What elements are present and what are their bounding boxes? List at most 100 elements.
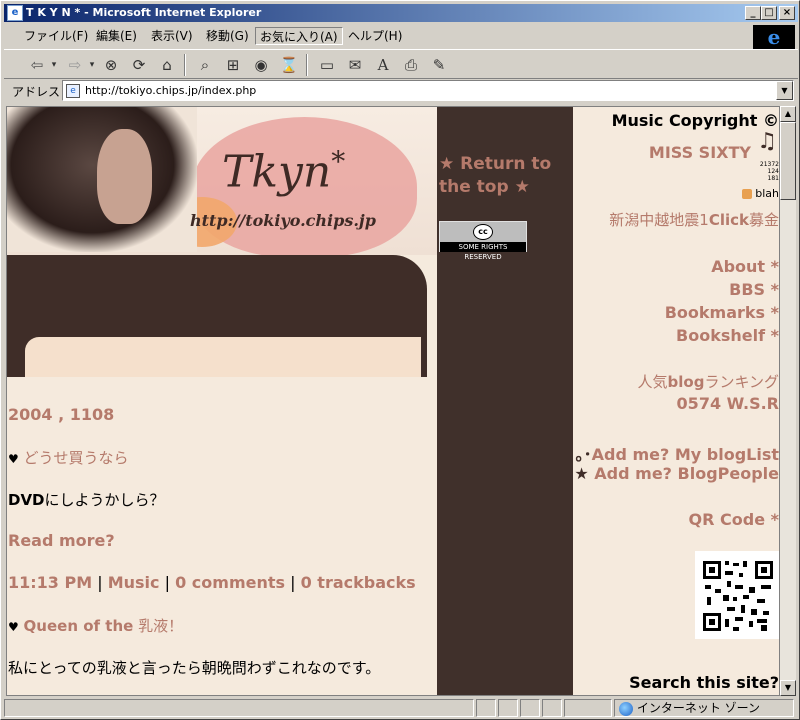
menu-file[interactable]: ファイル(F) bbox=[20, 27, 92, 45]
sidebar-middle: ★ Return to the top ★ cc SOME RIGHTS RES… bbox=[437, 107, 573, 695]
add-blogpeople-link[interactable]: ★ Add me? BlogPeople bbox=[574, 464, 779, 483]
donation-link[interactable]: 新潟中越地震1Click募金 bbox=[609, 209, 779, 230]
title-bar: e T K Y N * - Microsoft Internet Explore… bbox=[4, 4, 798, 22]
return-to-top-link[interactable]: ★ Return to the top ★ bbox=[439, 153, 573, 199]
security-zone: インターネット ゾーン bbox=[614, 699, 794, 717]
menu-help[interactable]: ヘルプ(H) bbox=[344, 27, 406, 45]
qr-code-image bbox=[695, 551, 779, 639]
comments-link[interactable]: 0 comments bbox=[175, 573, 285, 592]
edit-icon[interactable]: ✎ bbox=[428, 54, 450, 76]
status-text bbox=[4, 699, 474, 717]
about-link[interactable]: About * bbox=[711, 257, 779, 276]
vertical-scrollbar[interactable]: ▲ ▼ bbox=[780, 106, 796, 696]
toolbar-separator bbox=[306, 54, 308, 76]
minimize-button[interactable]: _ bbox=[745, 6, 761, 20]
site-title[interactable]: Tkyn* bbox=[222, 145, 345, 198]
post-title-text[interactable]: 乳液！ bbox=[138, 617, 183, 635]
address-dropdown-icon[interactable]: ▼ bbox=[776, 81, 793, 100]
address-label: アドレス bbox=[12, 85, 61, 99]
page-icon: e bbox=[66, 84, 80, 98]
mail-icon[interactable]: ✉ bbox=[344, 54, 366, 76]
forward-icon[interactable]: ⇨ bbox=[62, 54, 88, 76]
font-icon[interactable]: A bbox=[372, 54, 394, 76]
counter: 21372 124 181 bbox=[759, 161, 779, 182]
status-bar: インターネット ゾーン bbox=[4, 698, 798, 718]
bbs-link[interactable]: BBS * bbox=[729, 280, 779, 299]
forward-dropdown-icon[interactable]: ▾ bbox=[86, 54, 98, 76]
menu-favorites[interactable]: お気に入り(A) bbox=[255, 27, 343, 45]
post-meta: 11:13 PM | Music | 0 comments | 0 trackb… bbox=[8, 573, 416, 592]
post-title-bold[interactable]: Queen of the bbox=[24, 617, 134, 635]
fullscreen-icon[interactable]: ▭ bbox=[316, 54, 338, 76]
blah-icon bbox=[741, 189, 752, 199]
print-icon[interactable]: ⎙ bbox=[400, 54, 422, 76]
header-light-panel bbox=[25, 337, 421, 377]
menu-bar: ファイル(F) 編集(E) 表示(V) 移動(G) お気に入り(A) ヘルプ(H… bbox=[4, 25, 750, 47]
main-column: Tkyn* http://tokiyo.chips.jp 2004 , 1108… bbox=[7, 107, 437, 695]
status-cell bbox=[564, 699, 612, 717]
cc-icon: cc bbox=[473, 224, 493, 240]
creative-commons-badge[interactable]: cc SOME RIGHTS RESERVED bbox=[439, 221, 527, 261]
menu-edit[interactable]: 編集(E) bbox=[92, 27, 141, 45]
add-mybloglist-link[interactable]: ｡･Add me? My blogList bbox=[576, 441, 779, 465]
scroll-down-icon[interactable]: ▼ bbox=[780, 680, 796, 696]
maximize-button[interactable]: □ bbox=[761, 6, 777, 20]
menu-view[interactable]: 表示(V) bbox=[147, 27, 197, 45]
qr-code-icon bbox=[703, 561, 773, 631]
header-photo-face bbox=[97, 129, 152, 224]
blah-link[interactable]: blah bbox=[741, 187, 779, 200]
close-button[interactable]: × bbox=[779, 6, 795, 20]
home-icon[interactable]: ⌂ bbox=[156, 54, 178, 76]
ie-logo-icon: e bbox=[753, 25, 795, 49]
refresh-icon[interactable]: ⟳ bbox=[128, 54, 150, 76]
qr-code-heading: QR Code * bbox=[688, 510, 779, 529]
globe-icon bbox=[619, 701, 633, 716]
media-icon[interactable]: ◉ bbox=[250, 54, 272, 76]
scroll-thumb[interactable] bbox=[780, 122, 796, 200]
post-date: 2004 , 1108 bbox=[8, 405, 115, 424]
stop-icon[interactable]: ⊗ bbox=[100, 54, 122, 76]
sidebar-right: Music Copyright © ♫ MISS SIXTY 21372 124… bbox=[573, 107, 780, 695]
post-title-text[interactable]: どうせ買うなら bbox=[24, 449, 129, 467]
address-input[interactable]: e http://tokiyo.chips.jp/index.php ▼ bbox=[62, 80, 794, 101]
blog-ranking-link[interactable]: 人気blogランキング bbox=[638, 371, 780, 392]
status-cell bbox=[542, 699, 562, 717]
read-more-link[interactable]: Read more? bbox=[8, 531, 115, 550]
toolbar: ⇦ ▾ ⇨ ▾ ⊗ ⟳ ⌂ ⌕ ⊞ ◉ ⌛ ▭ ✉ A ⎙ ✎ bbox=[4, 49, 798, 79]
browser-window: e T K Y N * - Microsoft Internet Explore… bbox=[0, 0, 800, 720]
site-header: Tkyn* http://tokiyo.chips.jp bbox=[7, 107, 437, 377]
history-icon[interactable]: ⌛ bbox=[278, 54, 300, 76]
back-icon[interactable]: ⇦ bbox=[24, 54, 50, 76]
post-title[interactable]: ♥ どうせ買うなら bbox=[8, 447, 129, 468]
post-body-text: にしようかしら？ bbox=[44, 491, 165, 509]
status-cell bbox=[498, 699, 518, 717]
search-heading: Search this site? bbox=[629, 673, 779, 692]
heart-icon: ♥ bbox=[8, 452, 19, 466]
wsr-link[interactable]: 0574 W.S.R bbox=[677, 394, 779, 413]
toolbar-separator bbox=[184, 54, 186, 76]
status-cell bbox=[520, 699, 540, 717]
post-body-bold: DVD bbox=[8, 491, 45, 509]
post-body: DVDにしようかしら？ bbox=[8, 489, 165, 510]
status-cell bbox=[476, 699, 496, 717]
post-category-link[interactable]: Music bbox=[108, 573, 160, 592]
search-icon[interactable]: ⌕ bbox=[194, 54, 216, 76]
bookmarks-link[interactable]: Bookmarks * bbox=[665, 303, 779, 322]
post-title[interactable]: ♥ Queen of the 乳液！ bbox=[8, 615, 183, 636]
ie-page-icon: e bbox=[7, 5, 23, 21]
cc-badge-text: SOME RIGHTS RESERVED bbox=[440, 242, 526, 261]
artist-link[interactable]: MISS SIXTY bbox=[649, 143, 751, 162]
address-url[interactable]: http://tokiyo.chips.jp/index.php bbox=[85, 84, 256, 97]
post-time-link[interactable]: 11:13 PM bbox=[8, 573, 92, 592]
site-url: http://tokiyo.chips.jp bbox=[190, 211, 376, 230]
menu-go[interactable]: 移動(G) bbox=[202, 27, 253, 45]
bookshelf-link[interactable]: Bookshelf * bbox=[676, 326, 779, 345]
favorites-icon[interactable]: ⊞ bbox=[222, 54, 244, 76]
address-bar: アドレス e http://tokiyo.chips.jp/index.php … bbox=[4, 80, 798, 102]
trackbacks-link[interactable]: 0 trackbacks bbox=[301, 573, 416, 592]
scroll-up-icon[interactable]: ▲ bbox=[780, 106, 796, 122]
post-body: 私にとっての乳液と言ったら朝晩問わずこれなのです。 bbox=[8, 659, 381, 677]
heart-icon: ♥ bbox=[8, 620, 19, 634]
back-dropdown-icon[interactable]: ▾ bbox=[48, 54, 60, 76]
zone-label: インターネット ゾーン bbox=[636, 701, 761, 715]
